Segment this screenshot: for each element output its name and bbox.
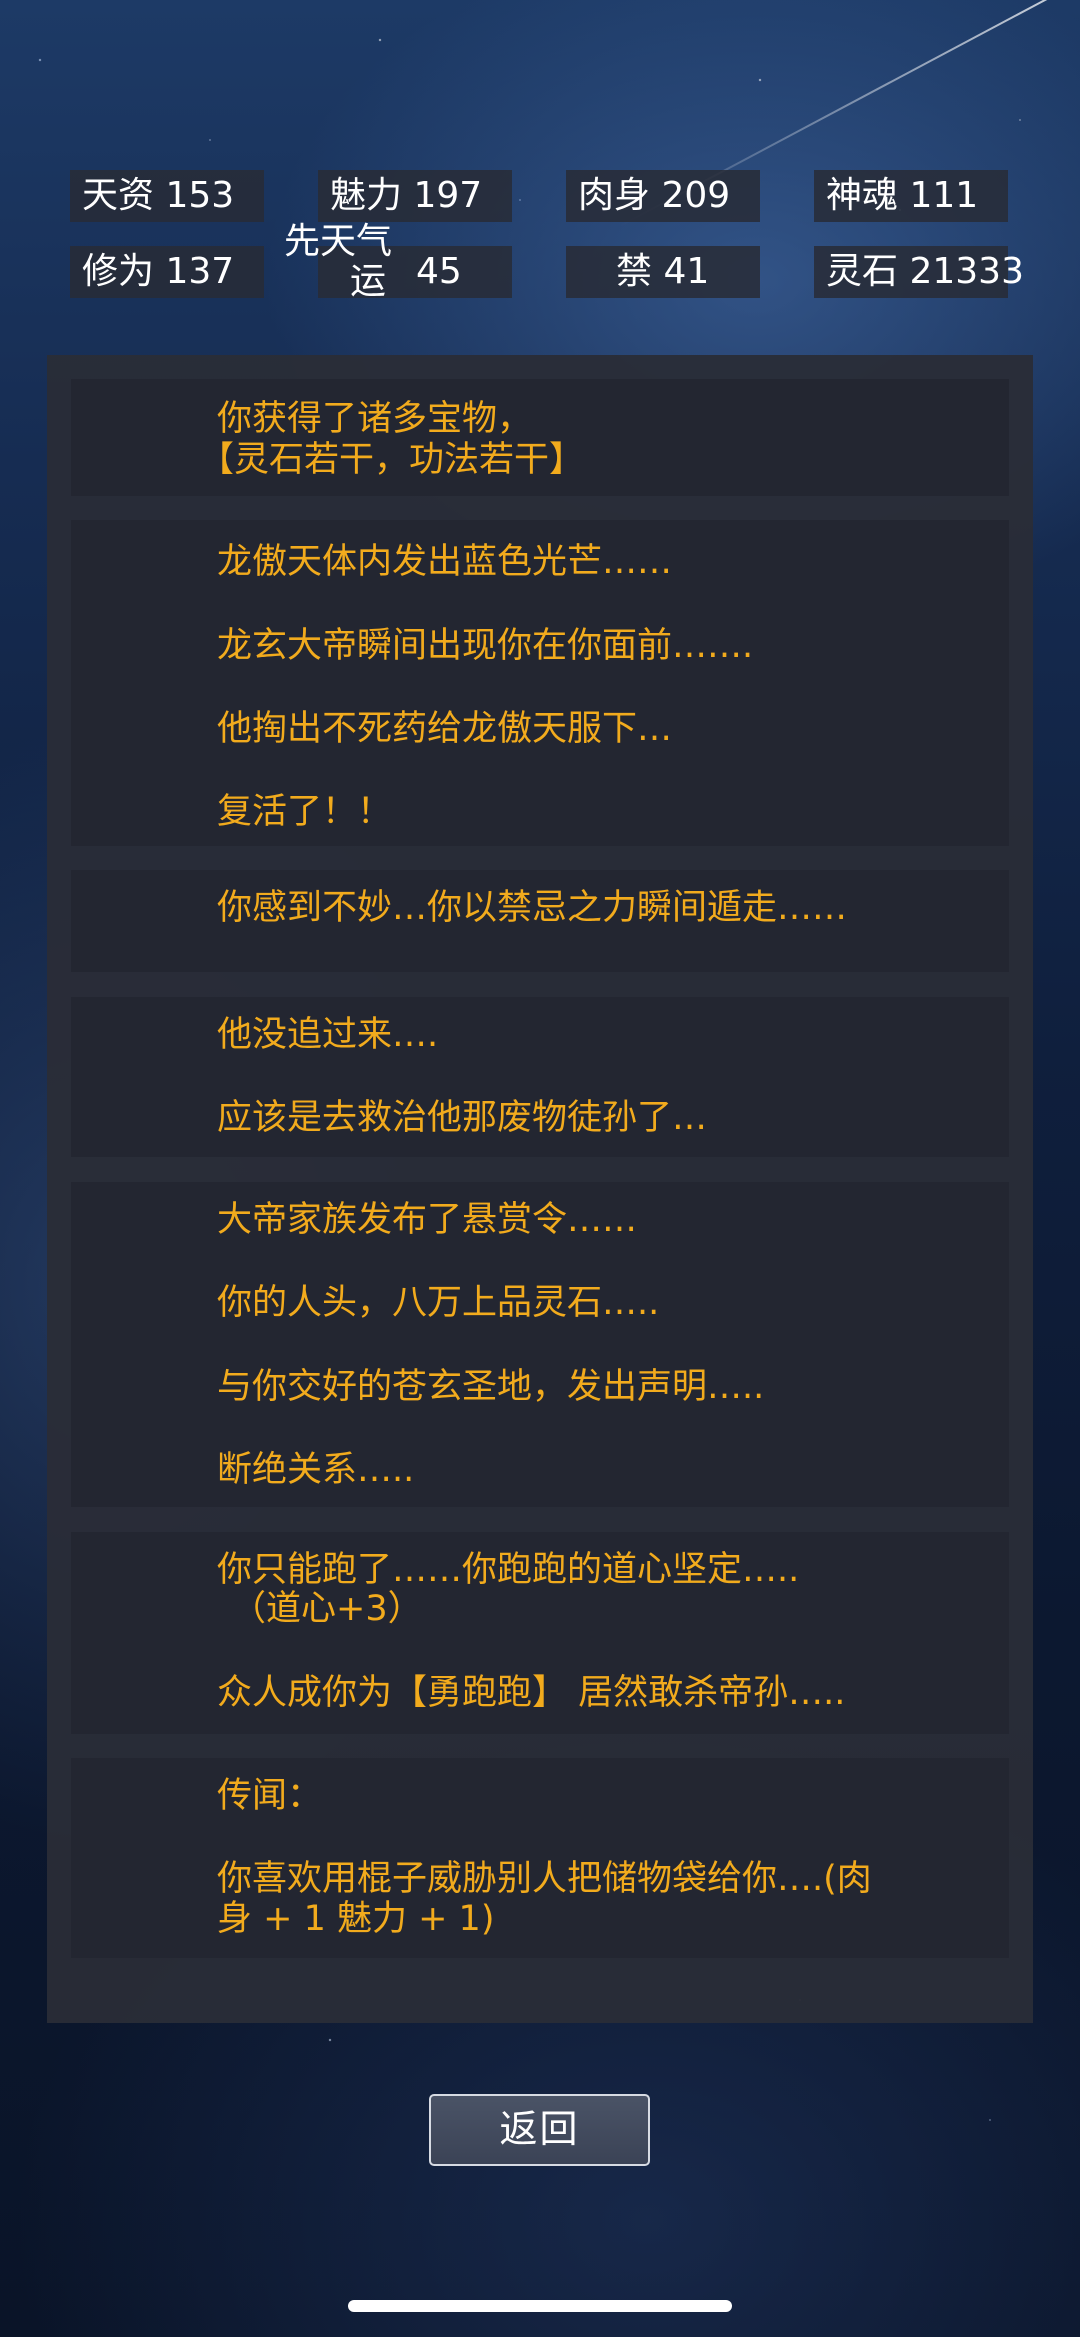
event-line: 他掏出不死药给龙傲天服下… [217, 709, 673, 749]
stat-tianzi-value: 153 [165, 175, 235, 216]
back-button[interactable]: 返回 [429, 2094, 650, 2166]
event-line: 他没追过来…. [217, 1015, 439, 1055]
stat-xiuwei-label: 修为 [82, 251, 155, 292]
stat-qiyun-value: 45 [416, 251, 462, 292]
stat-jin-label: 禁 [616, 251, 653, 292]
event-line: 【灵石若干，功法若干】 [199, 440, 585, 480]
event-card: 大帝家族发布了悬赏令…… 你的人头，八万上品灵石….. 与你交好的苍玄圣地，发出… [71, 1182, 1009, 1507]
event-card: 你获得了诸多宝物， 【灵石若干，功法若干】 [71, 379, 1009, 496]
stat-lingshi-value: 21333 [909, 251, 1024, 292]
event-line: 你只能跑了……你跑跑的道心坚定….. [217, 1550, 800, 1590]
event-line: 龙傲天体内发出蓝色光芒…… [217, 542, 673, 582]
event-line: 大帝家族发布了悬赏令…… [217, 1200, 638, 1240]
event-line: 你的人头，八万上品灵石….. [217, 1283, 660, 1323]
stat-qiyun-label-line2: 运 [349, 261, 386, 302]
event-line: 你感到不妙…你以禁忌之力瞬间遁走…… [217, 888, 848, 928]
event-line: 复活了！！ [217, 792, 393, 832]
stat-meili: 魅力 197 [318, 170, 512, 222]
stat-roushen-value: 209 [661, 175, 731, 216]
stat-lingshi: 灵石 21333 [814, 246, 1024, 298]
event-card: 传闻： 你喜欢用棍子威胁别人把储物袋给你….(肉 身 + 1 魅力 + 1) [71, 1758, 1009, 1958]
event-card: 他没追过来…. 应该是去救治他那废物徒孙了… [71, 997, 1009, 1157]
stat-shenhun-label: 神魂 [826, 175, 899, 216]
stat-qiyun-label: 先天气 运 [284, 222, 392, 302]
stat-jin: 禁 41 [566, 246, 760, 298]
event-line: 与你交好的苍玄圣地，发出声明….. [217, 1367, 765, 1407]
event-line: 断绝关系….. [217, 1450, 415, 1490]
stat-lingshi-label: 灵石 [826, 251, 899, 292]
stat-qiyun-label-line1: 先天气 [283, 221, 392, 262]
event-line: 传闻： [217, 1776, 323, 1816]
stat-jin-value: 41 [663, 251, 710, 292]
event-line: 龙玄大帝瞬间出现你在你面前……. [217, 626, 754, 666]
stat-roushen: 肉身 209 [566, 170, 760, 222]
event-card: 你感到不妙…你以禁忌之力瞬间遁走…… [71, 870, 1009, 972]
event-card: 你只能跑了……你跑跑的道心坚定….. （道心+3） 众人成你为【勇跑跑】 居然敢… [71, 1532, 1009, 1734]
stat-qiyun: 先天气 运 45 [284, 222, 512, 302]
stat-meili-value: 197 [413, 175, 483, 216]
stat-shenhun: 神魂 111 [814, 170, 1008, 222]
stat-xiuwei-value: 137 [165, 251, 235, 292]
event-line: 应该是去救治他那废物徒孙了… [217, 1098, 708, 1138]
event-line: 众人成你为【勇跑跑】 居然敢杀帝孙….. [217, 1673, 846, 1713]
event-line: （道心+3） [231, 1589, 423, 1629]
stat-tianzi-label: 天资 [82, 175, 155, 216]
stat-meili-label: 魅力 [330, 175, 403, 216]
event-line: 你喜欢用棍子威胁别人把储物袋给你….(肉 [217, 1859, 872, 1899]
stat-roushen-label: 肉身 [578, 175, 651, 216]
stat-shenhun-value: 111 [909, 175, 979, 216]
event-card: 龙傲天体内发出蓝色光芒…… 龙玄大帝瞬间出现你在你面前……. 他掏出不死药给龙傲… [71, 520, 1009, 846]
stat-xiuwei: 修为 137 [70, 246, 264, 298]
stat-tianzi: 天资 153 [70, 170, 264, 222]
home-indicator[interactable] [348, 2300, 732, 2312]
event-line: 身 + 1 魅力 + 1) [217, 1899, 495, 1939]
event-line: 你获得了诸多宝物， [217, 399, 533, 439]
event-log-panel[interactable]: 你获得了诸多宝物， 【灵石若干，功法若干】 龙傲天体内发出蓝色光芒…… 龙玄大帝… [47, 355, 1033, 2023]
